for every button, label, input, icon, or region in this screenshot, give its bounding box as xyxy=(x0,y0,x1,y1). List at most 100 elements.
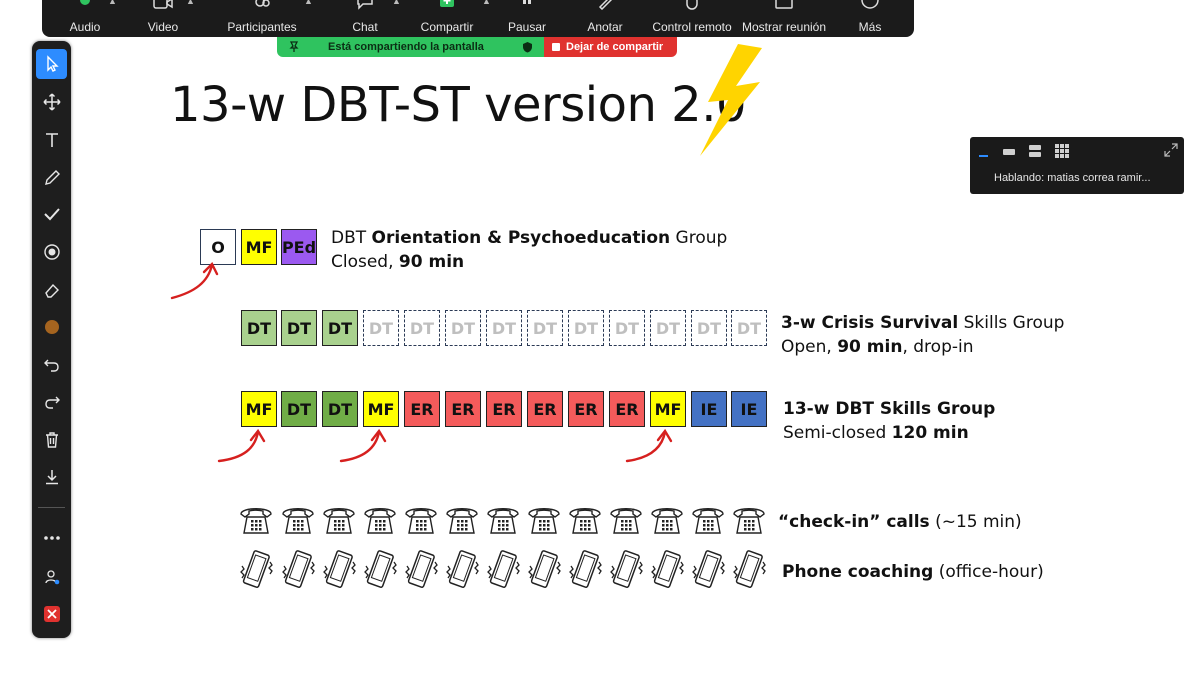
box-dt-optional: DT xyxy=(527,310,563,346)
draw-tool[interactable] xyxy=(36,163,67,193)
box-er: ER xyxy=(486,391,522,427)
box-er: ER xyxy=(527,391,563,427)
desk-phone-icon xyxy=(443,502,481,536)
box-mf: MF xyxy=(241,229,277,265)
download-icon xyxy=(45,470,58,485)
select-tool[interactable] xyxy=(36,49,67,79)
mouse-icon xyxy=(686,0,698,10)
arrow-head xyxy=(202,261,219,276)
active-speaker-label: Hablando: matias correa ramir... xyxy=(994,172,1151,184)
chat-button[interactable]: Chat xyxy=(342,0,388,37)
undo-icon xyxy=(43,359,59,372)
minimize-icon[interactable] xyxy=(978,149,990,159)
more-button[interactable]: Más xyxy=(850,0,890,37)
slide-title: 13-w DBT-ST version 2.0 xyxy=(170,77,746,133)
chevron-up-icon[interactable]: ▲ xyxy=(482,0,491,6)
checkin-calls-description: “check-in” calls (~15 min) xyxy=(778,512,1022,532)
mobile-phone-icon xyxy=(403,548,439,592)
audio-button[interactable]: Audio xyxy=(62,0,108,37)
undo-button[interactable] xyxy=(36,350,67,380)
pencil-icon xyxy=(598,0,613,10)
mobile-phone-icon xyxy=(238,548,274,592)
participants-icon xyxy=(255,0,270,7)
arrow-head xyxy=(656,428,673,443)
eraser-icon xyxy=(44,283,59,298)
desk-phone-icon xyxy=(484,502,522,536)
annotator-names-button[interactable] xyxy=(36,562,67,592)
more-options-button[interactable] xyxy=(36,523,67,553)
stamp-tool[interactable] xyxy=(36,199,67,229)
speaker-view-icon[interactable] xyxy=(1002,147,1016,157)
mobile-phone-icon xyxy=(731,548,767,592)
chevron-up-icon[interactable]: ▲ xyxy=(108,0,117,6)
show-meeting-button[interactable]: Mostrar reunión xyxy=(739,0,829,37)
mobile-phone-icon xyxy=(608,548,644,592)
redo-button[interactable] xyxy=(36,387,67,417)
close-annotation-button[interactable] xyxy=(36,599,67,629)
microphone-icon xyxy=(80,0,90,5)
box-dt: DT xyxy=(281,310,317,346)
box-mf: MF xyxy=(363,391,399,427)
box-dt: DT xyxy=(281,391,317,427)
eraser-tool[interactable] xyxy=(36,275,67,305)
grid-view-icon[interactable] xyxy=(1055,144,1069,158)
box-dt-optional: DT xyxy=(486,310,522,346)
text-tool[interactable] xyxy=(36,125,67,155)
move-tool[interactable] xyxy=(36,87,67,117)
share-status-banner: Está compartiendo la pantalla Dejar de c… xyxy=(277,37,677,57)
pause-button[interactable]: Pausar xyxy=(502,0,552,37)
video-button[interactable]: Video xyxy=(140,0,186,37)
close-icon xyxy=(43,606,60,622)
desk-phone-icon xyxy=(237,502,275,536)
chevron-up-icon[interactable]: ▲ xyxy=(304,0,313,6)
box-er: ER xyxy=(404,391,440,427)
box-ped: PEd xyxy=(281,229,317,265)
desk-phone-icon xyxy=(648,502,686,536)
skills-group-description: 13-w DBT Skills Group Semi-closed 120 mi… xyxy=(783,399,996,443)
lightning-bolt-icon xyxy=(700,44,762,156)
spotlight-tool[interactable] xyxy=(36,237,67,267)
arrow-head xyxy=(370,428,387,443)
box-er: ER xyxy=(568,391,604,427)
remote-control-button[interactable]: Control remoto xyxy=(647,0,737,37)
desk-phone-icon xyxy=(320,502,358,536)
box-dt: DT xyxy=(322,310,358,346)
expand-icon[interactable] xyxy=(1164,143,1178,157)
box-dt-optional: DT xyxy=(650,310,686,346)
desk-phone-icon xyxy=(279,502,317,536)
mobile-phone-icon xyxy=(485,548,521,592)
box-dt: DT xyxy=(322,391,358,427)
camera-icon xyxy=(153,0,173,9)
arrow-to-mf-2 xyxy=(339,430,381,463)
split-view-icon[interactable] xyxy=(1028,144,1042,158)
pin-icon xyxy=(289,41,299,52)
mobile-phone-icon xyxy=(362,548,398,592)
stop-share-button[interactable]: Dejar de compartir xyxy=(544,37,677,57)
mobile-phone-icon xyxy=(280,548,316,592)
desk-phone-icon xyxy=(730,502,768,536)
arrow-to-mf-3 xyxy=(625,430,667,463)
box-dt-optional: DT xyxy=(445,310,481,346)
chevron-up-icon[interactable]: ▲ xyxy=(392,0,401,6)
mobile-phone-icon xyxy=(526,548,562,592)
chat-icon xyxy=(357,0,373,10)
desk-phone-icon xyxy=(402,502,440,536)
participants-button[interactable]: Participantes xyxy=(222,0,302,37)
chevron-up-icon[interactable]: ▲ xyxy=(186,0,195,6)
share-button[interactable]: Compartir xyxy=(412,0,482,37)
spotlight-icon xyxy=(43,244,60,260)
clear-button[interactable] xyxy=(36,425,67,455)
color-picker[interactable] xyxy=(36,312,67,342)
toolbar-divider xyxy=(38,507,65,508)
save-button[interactable] xyxy=(36,462,67,492)
box-dt-optional: DT xyxy=(363,310,399,346)
pencil-icon xyxy=(44,170,60,185)
annotate-button[interactable]: Anotar xyxy=(580,0,630,37)
redo-icon xyxy=(44,396,60,409)
window-icon xyxy=(775,0,793,9)
box-ie: IE xyxy=(691,391,727,427)
speaker-panel: Hablando: matias correa ramir... xyxy=(970,137,1184,194)
mobile-phone-icon xyxy=(444,548,480,592)
desk-phone-icon xyxy=(525,502,563,536)
sharing-status: Está compartiendo la pantalla xyxy=(277,37,544,57)
